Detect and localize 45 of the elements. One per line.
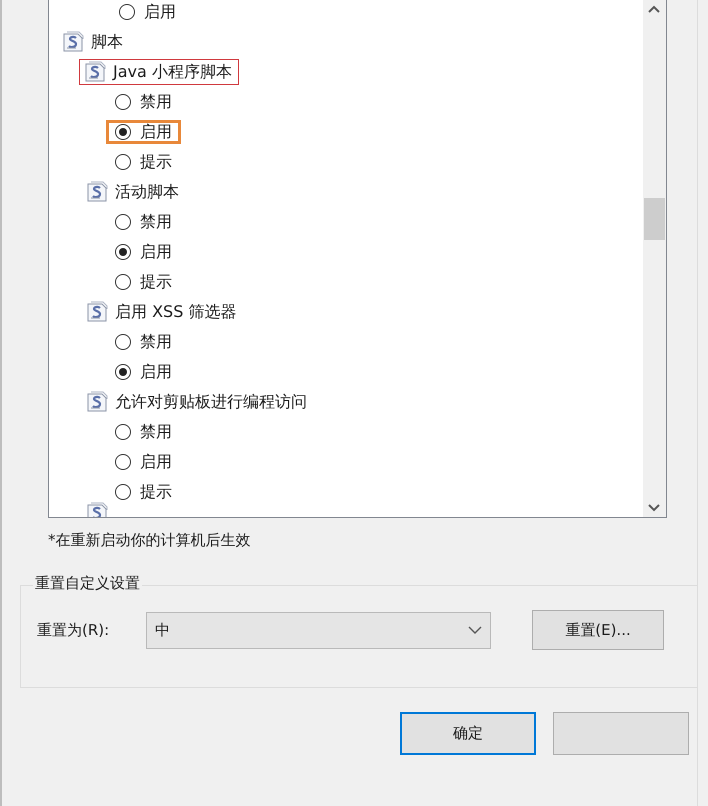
option-label[interactable]: 禁用: [140, 332, 172, 352]
radio-button[interactable]: [115, 244, 131, 260]
radio-button[interactable]: [115, 424, 131, 440]
setting-label: 活动脚本: [115, 182, 179, 202]
option-label[interactable]: 禁用: [140, 92, 172, 112]
radio-button[interactable]: [115, 364, 131, 380]
radio-button[interactable]: [115, 274, 131, 290]
ok-button[interactable]: 确定: [400, 712, 536, 755]
setting-label: Java 小程序脚本: [113, 62, 232, 82]
restart-note: *在重新启动你的计算机后生效: [48, 531, 250, 549]
radio-button[interactable]: [115, 214, 131, 230]
option-label[interactable]: 提示: [140, 272, 172, 292]
option-label[interactable]: 禁用: [140, 422, 172, 442]
option-label[interactable]: 提示: [140, 152, 172, 172]
radio-button[interactable]: [115, 94, 131, 110]
script-icon: [85, 301, 109, 323]
option-label[interactable]: 启用: [144, 2, 176, 22]
radio-button[interactable]: [115, 454, 131, 470]
reset-label: 重置为(R):: [37, 620, 110, 640]
radio-button[interactable]: [119, 4, 135, 20]
radio-button[interactable]: [115, 124, 131, 140]
reset-button[interactable]: 重置(E)...: [532, 610, 664, 650]
setting-label: 允许对剪贴板进行编程访问: [115, 392, 307, 412]
setting-label: 启用 XSS 筛选器: [115, 302, 236, 322]
scroll-thumb[interactable]: [644, 198, 665, 240]
chevron-down-icon: [468, 626, 482, 634]
level-dropdown[interactable]: 中: [146, 612, 491, 648]
option-label[interactable]: 禁用: [140, 212, 172, 232]
scroll-up-icon[interactable]: [648, 4, 660, 14]
radio-button[interactable]: [115, 154, 131, 170]
script-icon: [61, 31, 85, 53]
option-label[interactable]: 启用: [140, 122, 172, 142]
radio-button[interactable]: [115, 334, 131, 350]
group-title: 重置自定义设置: [33, 574, 142, 593]
option-label[interactable]: 启用: [140, 452, 172, 472]
radio-button[interactable]: [115, 484, 131, 500]
script-icon: [83, 61, 107, 83]
folder-label: 脚本: [91, 32, 123, 52]
option-label[interactable]: 提示: [140, 482, 172, 502]
scrollbar[interactable]: [643, 0, 666, 517]
script-icon: [85, 391, 109, 413]
option-label[interactable]: 启用: [140, 242, 172, 262]
scroll-down-icon[interactable]: [648, 503, 660, 513]
script-icon: [85, 181, 109, 203]
option-label[interactable]: 启用: [140, 362, 172, 382]
